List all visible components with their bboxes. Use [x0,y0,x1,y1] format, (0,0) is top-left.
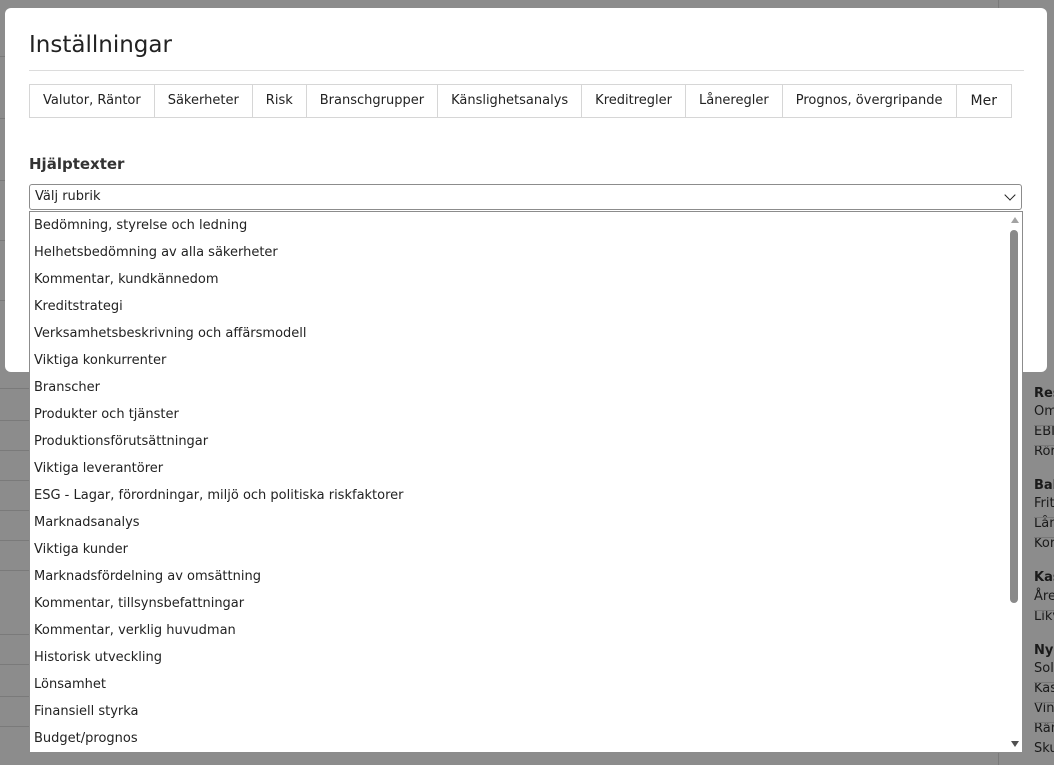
dropdown-option[interactable]: Kommentar, kundkännedom [30,266,1022,293]
dropdown-option[interactable]: Bedömning, styrelse och ledning [30,212,1022,239]
dropdown-option[interactable]: Viktiga leverantörer [30,455,1022,482]
bg-fragment: Sol [1034,661,1054,676]
bg-fragment: Åre [1034,589,1054,604]
dropdown-option[interactable]: Produkter och tjänster [30,401,1022,428]
bg-fragment: Kas [1034,570,1054,585]
dropdown-options: Bedömning, styrelse och ledning Helhetsbe… [30,212,1022,752]
bg-fragment: Nyc [1034,643,1054,658]
dropdown-option[interactable]: Branscher [30,374,1022,401]
scrollbar-thumb[interactable] [1010,230,1018,603]
scroll-down-icon[interactable] [1011,741,1019,747]
heading-select-dropdown: Bedömning, styrelse och ledning Helhetsbe… [29,211,1023,753]
bg-fragment: Rör [1034,444,1054,459]
bg-fragment: Frit [1034,496,1054,511]
dropdown-option[interactable]: Kommentar, tillsynsbefattningar [30,590,1022,617]
bg-fragment: Kor [1034,536,1054,551]
settings-tabs: Valutor, Räntor Säkerheter Risk Branschg… [29,84,1012,118]
dropdown-option[interactable]: Viktiga konkurrenter [30,347,1022,374]
bg-fragment: Vin [1034,701,1054,716]
dropdown-option[interactable]: Marknadsanalys [30,509,1022,536]
dropdown-option[interactable]: Marknadsfördelning av omsättning [30,563,1022,590]
heading-select[interactable]: Välj rubrik [29,184,1022,210]
tab-sakerheter[interactable]: Säkerheter [155,85,253,117]
tab-branschgrupper[interactable]: Branschgrupper [307,85,439,117]
scroll-up-icon[interactable] [1011,217,1019,223]
section-heading-hjalptexter: Hjälptexter [29,155,125,173]
dropdown-option[interactable]: Finansiell styrka [30,698,1022,725]
bg-fragment: Lån [1034,516,1054,531]
bg-fragment: Rän [1034,721,1054,736]
tab-valutor-rantor[interactable]: Valutor, Räntor [30,85,155,117]
dropdown-option[interactable]: Helhetsbedömning av alla säkerheter [30,239,1022,266]
dropdown-scrollbar[interactable] [1007,212,1022,752]
bg-fragment: Kas [1034,681,1054,696]
select-value: Välj rubrik [35,189,101,204]
tab-prognos-overgripande[interactable]: Prognos, övergripande [783,85,957,117]
dropdown-option[interactable]: Kommentar, verklig huvudman [30,617,1022,644]
bg-fragment: Om [1034,404,1054,419]
bg-fragment: EBI [1034,424,1054,439]
dropdown-option[interactable]: Viktiga kunder [30,536,1022,563]
chevron-down-icon [1004,189,1016,201]
tab-laneregler[interactable]: Låneregler [686,85,783,117]
dropdown-option[interactable]: Budget/prognos [30,725,1022,752]
dropdown-option[interactable]: ESG - Lagar, förordningar, miljö och pol… [30,482,1022,509]
bg-fragment: Res [1034,386,1054,401]
modal-title: Inställningar [29,32,172,58]
dropdown-option[interactable]: Verksamhetsbeskrivning och affärsmodell [30,320,1022,347]
dropdown-option[interactable]: Historisk utveckling [30,644,1022,671]
dropdown-option[interactable]: Lönsamhet [30,671,1022,698]
tab-risk[interactable]: Risk [253,85,307,117]
tab-kanslighetsanalys[interactable]: Känslighetsanalys [438,85,583,117]
title-divider [29,70,1024,71]
tab-kreditregler[interactable]: Kreditregler [582,85,686,117]
dropdown-option[interactable]: Kreditstrategi [30,293,1022,320]
tab-more[interactable]: Mer [957,85,1011,117]
dropdown-option[interactable]: Produktionsförutsättningar [30,428,1022,455]
bg-fragment: Likv [1034,609,1054,624]
bg-fragment: Bal [1034,478,1054,493]
bg-fragment: Sku [1034,741,1054,756]
